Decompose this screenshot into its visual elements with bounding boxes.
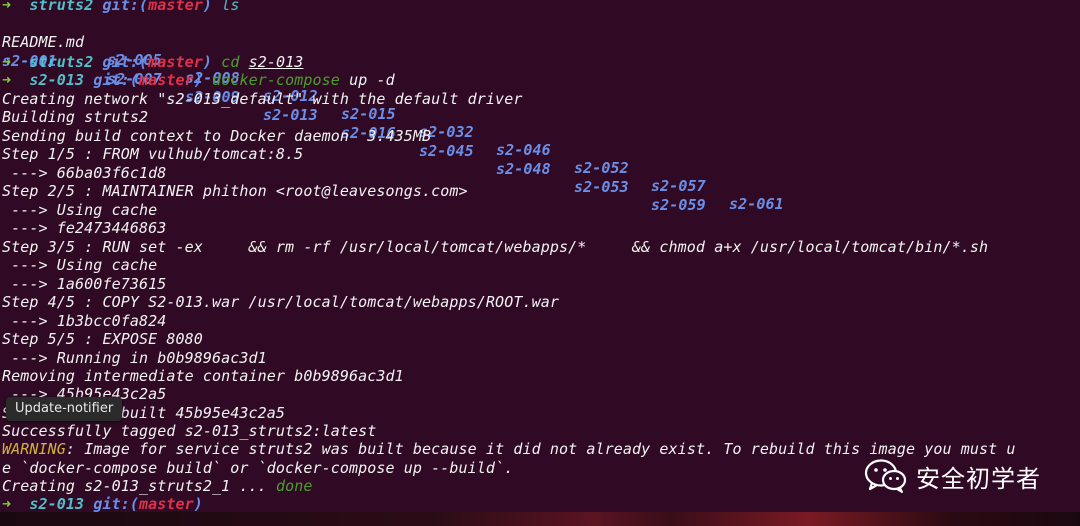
output-line: Removing intermediate container b0b9896a… bbox=[2, 367, 404, 385]
output-line: ---> Running in b0b9896ac3d1 bbox=[2, 349, 267, 367]
command-argument: up -d bbox=[349, 71, 395, 89]
command-argument: s2-013 bbox=[248, 53, 304, 71]
prompt-arrow: ➜ bbox=[2, 71, 12, 89]
prompt-line: ➜ s2-013 git:(master) bbox=[2, 495, 203, 512]
output-line: ---> fe2473446863 bbox=[2, 219, 167, 237]
prompt-branch: master bbox=[139, 71, 194, 89]
warning-line-continued: e `docker-compose build` or `docker-comp… bbox=[2, 459, 514, 477]
output-line: ---> Using cache bbox=[2, 201, 158, 219]
output-line: ---> Using cache bbox=[2, 256, 158, 274]
ls-entry: s2-057 bbox=[651, 177, 706, 195]
prompt-line: ➜ struts2 git:(master) cd s2-013 bbox=[2, 53, 303, 71]
output-line: Sending build context to Docker daemon 3… bbox=[2, 127, 432, 145]
output-line: Building struts2 bbox=[2, 108, 149, 126]
prompt-arrow: ➜ bbox=[2, 495, 12, 512]
prompt-git-close: ) bbox=[202, 53, 213, 71]
prompt-git-close: ) bbox=[193, 495, 203, 512]
prompt-branch: master bbox=[148, 0, 203, 14]
ls-entry: s2-048 bbox=[496, 160, 551, 178]
prompt-command: docker-compose bbox=[212, 71, 340, 89]
prompt-git-close: ) bbox=[193, 71, 203, 89]
creating-status: done bbox=[275, 477, 313, 495]
prompt-git-close: ) bbox=[202, 0, 213, 14]
ls-entry: s2-052 bbox=[574, 159, 629, 177]
output-line: ---> 66ba03f6c1d8 bbox=[2, 164, 167, 182]
output-line: Creating network "s2-013_default" with t… bbox=[2, 90, 523, 108]
output-line: Step 1/5 : FROM vulhub/tomcat:8.5 bbox=[2, 145, 304, 163]
ls-entry: s2-046 bbox=[496, 141, 551, 159]
creating-line: Creating s2-013_struts2_1 ... done bbox=[2, 477, 312, 495]
prompt-dir: s2-013 bbox=[29, 71, 85, 89]
output-line: Step 4/5 : COPY S2-013.war /usr/local/to… bbox=[2, 293, 559, 311]
prompt-arrow: ➜ bbox=[2, 53, 12, 71]
terminal-window[interactable]: ➜ struts2 git:(master) ls README.md s2-0… bbox=[0, 0, 1080, 512]
prompt-command: ls bbox=[221, 0, 240, 14]
output-line: Step 2/5 : MAINTAINER phithon <root@leav… bbox=[2, 182, 468, 200]
desktop-background-strip bbox=[0, 512, 1080, 526]
prompt-branch: master bbox=[148, 53, 203, 71]
ls-entry: s2-059 bbox=[651, 196, 706, 214]
creating-text: Creating s2-013_struts2_1 ... bbox=[2, 477, 276, 495]
watermark-text: 安全初学者 bbox=[916, 464, 1041, 493]
ls-row-2: s2-001 s2-007 s2-009 s2-013 s2-016 s2-04… bbox=[0, 34, 1080, 214]
prompt-dir: struts2 bbox=[29, 53, 94, 71]
prompt-dir: s2-013 bbox=[29, 495, 85, 512]
prompt-git: git:( bbox=[93, 71, 139, 89]
output-line: Step 3/5 : RUN set -ex && rm -rf /usr/lo… bbox=[2, 238, 989, 256]
ls-entry: s2-013 bbox=[263, 106, 318, 124]
wechat-watermark: 安全初学者 bbox=[864, 458, 1041, 494]
update-notifier-tooltip: Update-notifier bbox=[6, 397, 123, 421]
ls-row-1: README.md s2-005 s2-008 s2-012 s2-015 s2… bbox=[0, 15, 1080, 213]
wechat-icon bbox=[864, 459, 907, 493]
prompt-command: cd bbox=[221, 53, 240, 71]
prompt-branch: master bbox=[139, 495, 194, 512]
output-line: ---> 1a600fe73615 bbox=[2, 275, 167, 293]
output-line: ---> 1b3bcc0fa824 bbox=[2, 312, 167, 330]
ls-entry: s2-061 bbox=[729, 195, 784, 213]
prompt-git: git:( bbox=[102, 0, 149, 14]
ls-entry: s2-053 bbox=[574, 178, 629, 196]
warning-text: : Image for service struts2 was built be… bbox=[65, 440, 1016, 458]
prompt-dir: struts2 bbox=[29, 0, 94, 14]
prompt-line: ➜ s2-013 git:(master) docker-compose up … bbox=[2, 71, 395, 89]
prompt-git: git:( bbox=[102, 53, 149, 71]
prompt-git: git:( bbox=[93, 495, 139, 512]
prompt-arrow: ➜ bbox=[2, 0, 12, 14]
output-line: Successfully tagged s2-013_struts2:lates… bbox=[2, 422, 377, 440]
prompt-line: ➜ struts2 git:(master) ls bbox=[2, 0, 239, 14]
output-line: Step 5/5 : EXPOSE 8080 bbox=[2, 330, 203, 348]
warning-line: WARNING: Image for service struts2 was b… bbox=[2, 440, 1016, 458]
warning-label: WARNING bbox=[2, 440, 66, 458]
